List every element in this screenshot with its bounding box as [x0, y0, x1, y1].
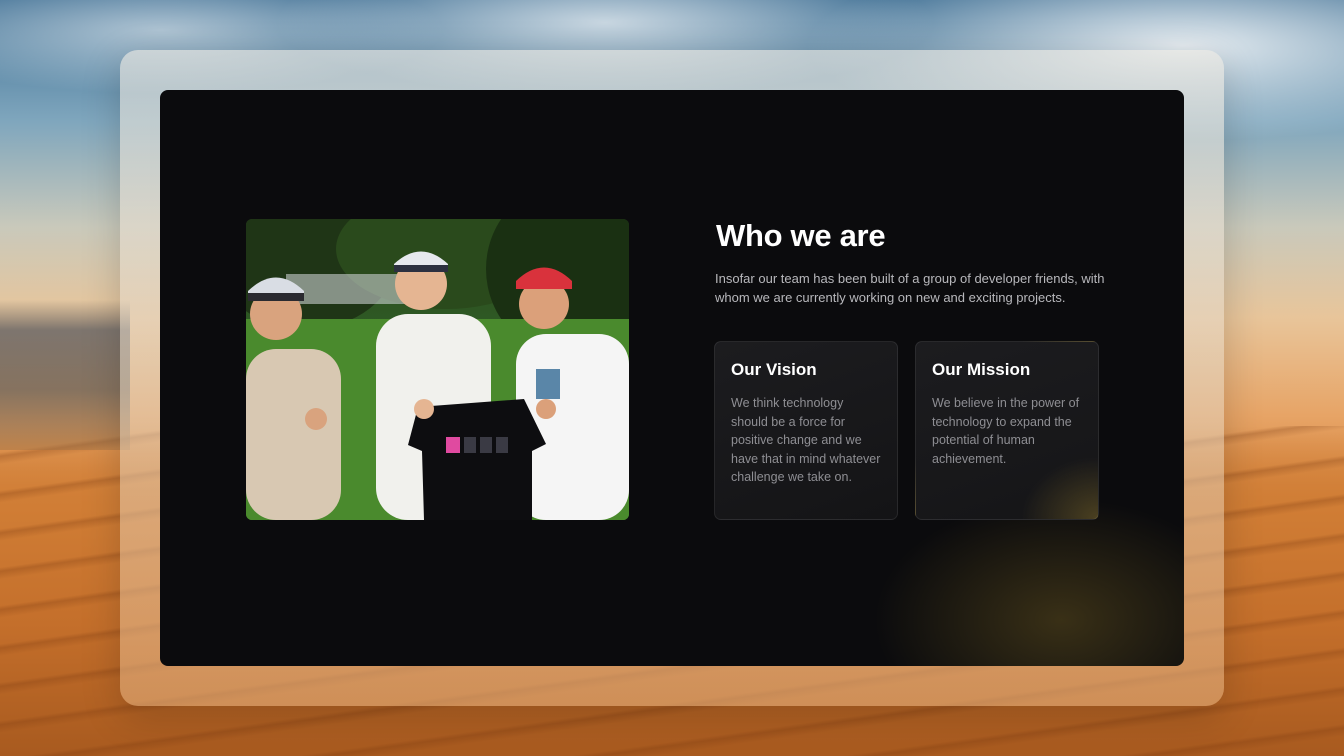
vision-card-title: Our Vision [731, 360, 817, 379]
page-title: Who we are [716, 218, 886, 253]
vision-card-text: We think technology should be a force fo… [731, 396, 881, 484]
team-photo [246, 219, 629, 520]
about-section-panel: Who we are Insofar our team has been bui… [160, 90, 1184, 666]
mission-card-title: Our Mission [932, 360, 1031, 379]
mission-card-text: We believe in the power of technology to… [932, 396, 1080, 466]
city-skyline-background [0, 300, 130, 450]
mission-card: Our Mission We believe in the power of t… [915, 341, 1099, 520]
intro-paragraph: Insofar our team has been built of a gro… [715, 271, 1105, 305]
vision-card: Our Vision We think technology should be… [714, 341, 898, 520]
